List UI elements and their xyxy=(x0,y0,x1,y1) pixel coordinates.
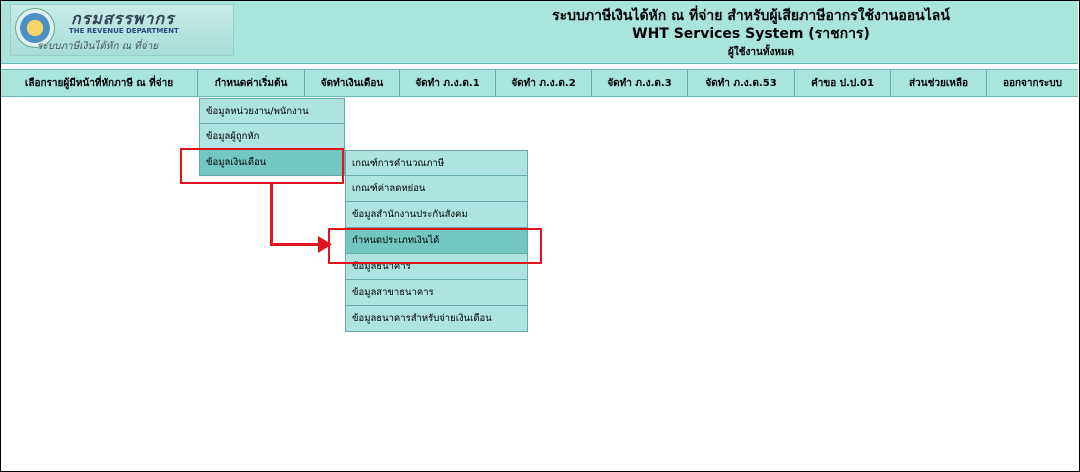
logo: กรมสรรพากร THE REVENUE DEPARTMENT ระบบภา… xyxy=(10,4,234,56)
logo-subtitle: ระบบภาษีเงินได้หัก ณ ที่จ่าย xyxy=(37,41,159,52)
salary-submenu-tax-criteria[interactable]: เกณฑ์การคำนวณภาษี xyxy=(345,150,528,176)
nav-pnd1[interactable]: จัดทำ ภ.ง.ด.1 xyxy=(400,70,496,96)
top-navigation: เลือกรายผู้มีหน้าที่หักภาษี ณ ที่จ่าย กำ… xyxy=(1,69,1078,97)
submenu-item-withheld-persons[interactable]: ข้อมูลผู้ถูกหัก xyxy=(199,124,345,150)
arrow-vertical-segment xyxy=(270,183,273,246)
nav-pnd2[interactable]: จัดทำ ภ.ง.ด.2 xyxy=(496,70,592,96)
arrow-head-icon xyxy=(318,236,332,253)
system-title-english: WHT Services System (ราชการ) xyxy=(632,26,870,42)
nav-prepare-salary[interactable]: จัดทำเงินเดือน xyxy=(305,70,400,96)
logo-english-text: THE REVENUE DEPARTMENT xyxy=(69,27,179,35)
header-banner: กรมสรรพากร THE REVENUE DEPARTMENT ระบบภา… xyxy=(1,1,1078,64)
nav-logout[interactable]: ออกจากระบบ xyxy=(987,70,1078,96)
highlight-box-salary-data xyxy=(180,148,344,184)
user-label: ผู้ใช้งานทั้งหมด xyxy=(727,47,794,58)
salary-submenu-social-security[interactable]: ข้อมูลสำนักงานประกันสังคม xyxy=(345,202,528,228)
salary-submenu-bank-branch[interactable]: ข้อมูลสาขาธนาคาร xyxy=(345,280,528,306)
nav-select-withholder[interactable]: เลือกรายผู้มีหน้าที่หักภาษี ณ ที่จ่าย xyxy=(1,70,198,96)
nav-pnd53[interactable]: จัดทำ ภ.ง.ด.53 xyxy=(688,70,795,96)
salary-submenu-payroll-bank[interactable]: ข้อมูลธนาคารสำหรับจ่ายเงินเดือน xyxy=(345,306,528,332)
nav-help[interactable]: ส่วนช่วยเหลือ xyxy=(891,70,987,96)
arrow-horizontal-segment xyxy=(270,243,320,246)
submenu-item-unit-employee[interactable]: ข้อมูลหน่วยงาน/พนักงาน xyxy=(199,98,345,124)
salary-submenu-deduction-criteria[interactable]: เกณฑ์ค่าลดหย่อน xyxy=(345,176,528,202)
nav-request-pp01[interactable]: คำขอ ป.ป.01 xyxy=(795,70,891,96)
highlight-box-income-type xyxy=(328,228,542,264)
nav-initial-settings[interactable]: กำหนดค่าเริ่มต้น xyxy=(198,70,305,96)
nav-pnd3[interactable]: จัดทำ ภ.ง.ด.3 xyxy=(592,70,688,96)
